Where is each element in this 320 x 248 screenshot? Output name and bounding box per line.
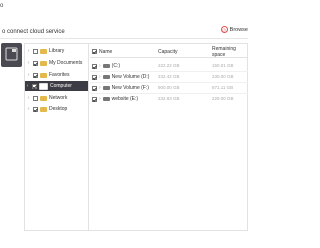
table-row[interactable]: › website (E:) — [92, 94, 138, 104]
expand-arrow-icon[interactable]: › — [26, 72, 31, 78]
folder-icon — [40, 60, 47, 66]
drive-capacity: 232.42 GB — [158, 74, 180, 79]
drive-capacity: 222.22 GB — [158, 63, 180, 68]
drive-icon — [102, 75, 110, 79]
drive-capacity: 232.93 GB — [158, 96, 180, 101]
drive-icon — [102, 97, 110, 101]
table-row[interactable]: › New Volume (F:) — [92, 83, 149, 93]
tree-checkbox-library[interactable] — [33, 48, 38, 54]
drive-remaining: 230.00 GB — [212, 74, 234, 79]
tree-item-label: My Documents — [49, 60, 83, 66]
computer-icon — [5, 47, 18, 61]
tree-checkbox-network[interactable] — [33, 95, 38, 101]
folder-icon — [40, 95, 47, 101]
select-all-checkbox[interactable] — [92, 49, 97, 54]
expand-arrow-icon[interactable]: › — [25, 83, 30, 89]
tree-item-label: Computer — [50, 83, 72, 89]
drive-name: website (E:) — [111, 96, 139, 102]
tree-item-my-documents[interactable]: › My Documents — [26, 58, 83, 68]
tree-checkbox-desktop[interactable] — [33, 106, 38, 112]
folder-icon — [40, 106, 47, 112]
tree-checkbox-my-documents[interactable] — [33, 60, 38, 66]
drive-name: New Volume (F:) — [111, 85, 149, 91]
tree-item-desktop[interactable]: › Desktop — [26, 104, 68, 114]
tree-checkbox-favorites[interactable] — [33, 72, 38, 78]
expand-arrow-icon[interactable]: › — [99, 74, 101, 80]
tree-item-favorites[interactable]: › Favorites — [26, 70, 70, 80]
computer-icon — [39, 82, 48, 90]
tree-checkbox-computer[interactable] — [32, 83, 37, 89]
drive-name: New Volume (D:) — [111, 74, 150, 80]
expand-arrow-icon[interactable]: › — [99, 96, 101, 102]
table-header-divider — [90, 57, 248, 58]
column-name-label: Name — [99, 48, 113, 55]
header-divider — [0, 38, 248, 39]
table-row[interactable]: › (C:) — [92, 61, 120, 71]
clock-icon: ◷ — [220, 26, 228, 33]
tree-item-label: Desktop — [49, 106, 68, 112]
column-header-capacity[interactable]: Capacity — [158, 47, 177, 56]
expand-arrow-icon[interactable]: › — [26, 60, 31, 66]
expand-arrow-icon[interactable]: › — [26, 48, 31, 54]
tree-item-computer[interactable]: › Computer — [25, 81, 88, 91]
tree-item-label: Favorites — [49, 72, 70, 78]
drive-remaining: 229.00 GB — [212, 96, 234, 101]
tree-item-label: Network — [49, 95, 68, 101]
tree-divider — [88, 43, 89, 231]
browse-label: Browse — [229, 26, 248, 33]
row-checkbox[interactable] — [92, 74, 97, 80]
tree-item-library[interactable]: › Library — [26, 46, 65, 56]
browse-history-button[interactable]: ◷ Browse — [220, 24, 248, 35]
connect-cloud-subtitle: o connect cloud service — [2, 29, 65, 35]
expand-arrow-icon[interactable]: › — [99, 63, 101, 69]
folder-icon — [40, 48, 47, 54]
expand-arrow-icon[interactable]: › — [26, 95, 31, 101]
table-row[interactable]: › New Volume (D:) — [92, 72, 149, 82]
column-header-remaining[interactable]: Remaining space — [212, 46, 248, 58]
row-checkbox[interactable] — [92, 85, 97, 91]
row-checkbox[interactable] — [92, 63, 97, 69]
window-title-fragment: o — [0, 3, 4, 9]
drive-remaining: 150.01 GB — [212, 63, 234, 68]
drive-icon — [102, 86, 110, 90]
tree-item-label: Library — [49, 48, 65, 54]
row-checkbox[interactable] — [92, 96, 97, 102]
expand-arrow-icon[interactable]: › — [26, 106, 31, 112]
drive-name: (C:) — [111, 63, 121, 69]
expand-arrow-icon[interactable]: › — [99, 85, 101, 91]
drive-icon — [102, 64, 110, 68]
drive-remaining: 871.11 GB — [212, 85, 234, 90]
drive-capacity: 900.00 GB — [158, 85, 180, 90]
tree-item-network[interactable]: › Network — [26, 93, 68, 103]
computer-source-tile[interactable] — [1, 43, 22, 67]
folder-icon — [40, 72, 47, 78]
column-header-name[interactable]: Name — [92, 47, 112, 56]
